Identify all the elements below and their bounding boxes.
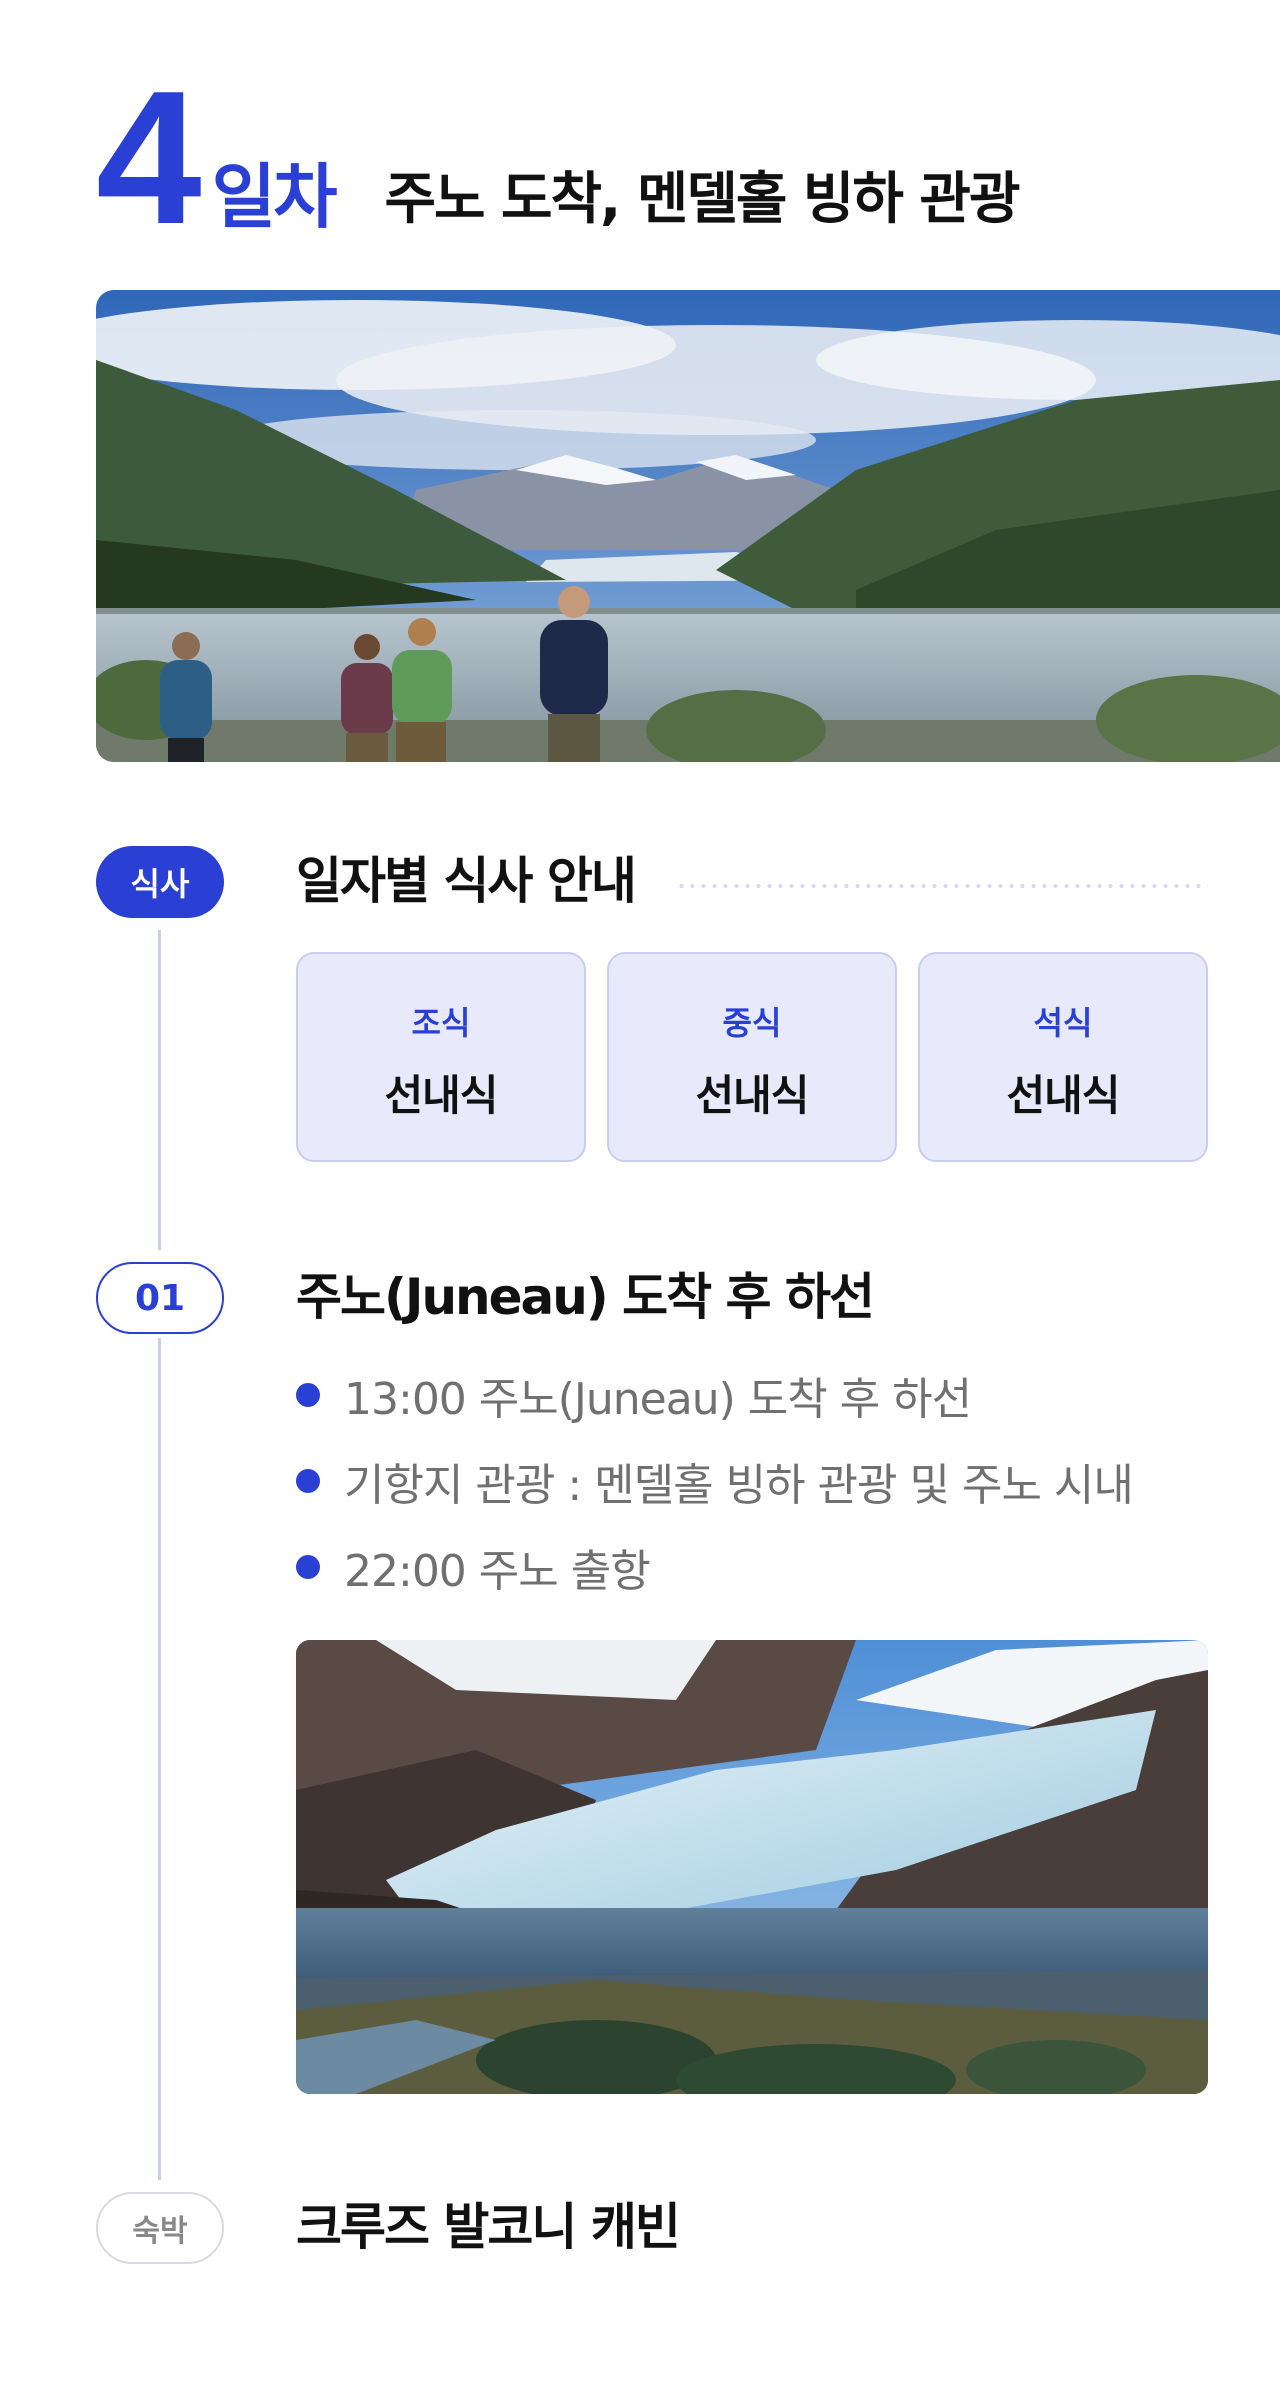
bullet-dot-icon (296, 1383, 320, 1407)
meal-card-breakfast: 조식 선내식 (296, 952, 586, 1162)
bullet-text: 22:00 주노 출항 (344, 1546, 651, 1597)
meal-value: 선내식 (695, 1071, 810, 1120)
lodging-title: 크루즈 발코니 캐빈 (296, 2198, 681, 2256)
timeline-line-bottom (158, 1338, 161, 2180)
step-title: 주노(Juneau) 도착 후 하선 (296, 1268, 875, 1326)
list-item: 22:00 주노 출항 (296, 1524, 1133, 1610)
dotted-divider (676, 884, 1208, 888)
meal-value: 선내식 (1006, 1071, 1121, 1120)
list-item: 기항지 관광 : 멘델홀 빙하 관광 및 주노 시내 (296, 1438, 1134, 1524)
meal-type: 중식 (722, 1004, 782, 1042)
meal-value: 선내식 (384, 1071, 499, 1120)
lodging-badge: 숙박 (96, 2192, 224, 2264)
hero-photo (96, 290, 1280, 762)
meal-badge: 식사 (96, 846, 224, 918)
list-item: 13:00 주노(Juneau) 도착 후 하선 (296, 1352, 1133, 1438)
day-label: 일차 (211, 156, 338, 239)
day-title: 주노 도착, 멘델홀 빙하 관광 (384, 167, 1020, 233)
bullet-dot-icon (296, 1469, 320, 1493)
meal-card-dinner: 석식 선내식 (918, 952, 1208, 1162)
day-number: 4 (96, 52, 202, 264)
meal-type: 조식 (411, 1004, 471, 1042)
meal-section-title: 일자별 식사 안내 (296, 852, 637, 910)
glacier-photo (296, 1640, 1208, 2094)
meal-type: 석식 (1033, 1004, 1093, 1042)
day-header: 4 일차 주노 도착, 멘델홀 빙하 관광 (96, 52, 1020, 264)
meal-card-lunch: 중식 선내식 (607, 952, 897, 1162)
step-bullet-list: 13:00 주노(Juneau) 도착 후 하선 기항지 관광 : 멘델홀 빙하… (296, 1352, 1134, 1610)
bullet-text: 기항지 관광 : 멘델홀 빙하 관광 및 주노 시내 (344, 1460, 1134, 1511)
bullet-dot-icon (296, 1555, 320, 1579)
timeline-line-top (158, 930, 161, 1250)
bullet-text: 13:00 주노(Juneau) 도착 후 하선 (344, 1374, 972, 1425)
step-badge: 01 (96, 1262, 224, 1334)
